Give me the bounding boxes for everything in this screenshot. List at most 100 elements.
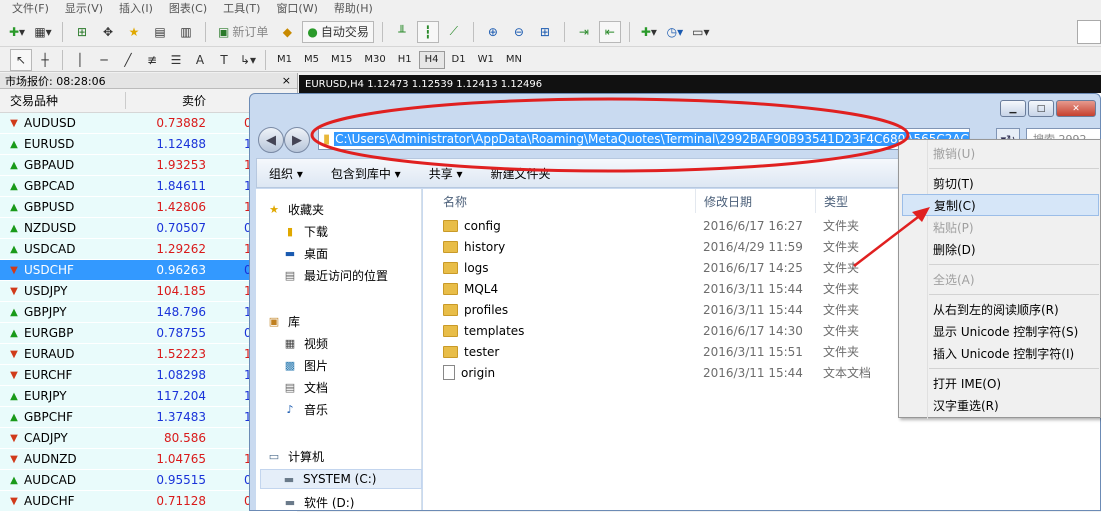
timeframe-m30[interactable]: M30 — [359, 51, 390, 69]
ask-price: 0 — [244, 473, 252, 487]
column-type[interactable]: 类型 — [816, 189, 906, 213]
file-name-cell: tester — [443, 345, 499, 359]
new-folder-button[interactable]: 新建文件夹 — [491, 165, 551, 182]
include-in-library-button[interactable]: 包含到库中 ▾ — [331, 165, 401, 182]
text-icon[interactable]: A — [189, 49, 211, 71]
timeframe-m5[interactable]: M5 — [299, 51, 324, 69]
window-controls: ▁ □ ✕ — [1000, 100, 1096, 117]
column-symbol[interactable]: 交易品种 — [0, 92, 126, 109]
nav-favorites[interactable]: ★ 收藏夹 — [266, 199, 432, 219]
address-bar[interactable]: ▮ C:\Users\Administrator\AppData\Roaming… — [318, 128, 970, 150]
search-box[interactable] — [1077, 20, 1101, 44]
menu-view[interactable]: 显示(V) — [65, 0, 103, 16]
menu-tools[interactable]: 工具(T) — [223, 0, 260, 16]
file-type: 文件夹 — [823, 261, 860, 275]
file-name-cell: origin — [443, 365, 495, 380]
bid-price: 1.93253 — [156, 158, 206, 172]
file-date: 2016/3/11 15:51 — [703, 344, 803, 359]
menu-item-open-ime[interactable]: 打开 IME(O) — [899, 372, 1101, 394]
menu-item-reconversion[interactable]: 汉字重选(R) — [899, 394, 1101, 416]
ask-price: 1 — [244, 242, 252, 256]
organize-button[interactable]: 组织 ▾ — [269, 165, 303, 182]
auto-trading-button[interactable]: ● 自动交易 — [302, 20, 374, 43]
timeframe-m15[interactable]: M15 — [326, 51, 357, 69]
fibonacci-icon[interactable]: ☰ — [165, 49, 187, 71]
recent-places-icon: ▤ — [284, 268, 296, 282]
arrows-icon[interactable]: ↳▾ — [237, 49, 259, 71]
zoom-out-icon[interactable]: ⊖ — [508, 21, 530, 43]
share-button[interactable]: 共享 ▾ — [429, 165, 463, 182]
menu-item-undo[interactable]: 撤销(U) — [899, 142, 1101, 164]
minimize-button[interactable]: ▁ — [1000, 100, 1026, 117]
nav-system-c[interactable]: ▬ SYSTEM (C:) — [260, 469, 422, 489]
file-name: templates — [464, 323, 525, 338]
nav-libraries[interactable]: ▣ 库 — [266, 311, 432, 331]
column-label: 类型 — [824, 194, 849, 209]
menu-item-copy[interactable]: 复制(C) — [902, 194, 1099, 216]
close-button[interactable]: ✕ — [1056, 100, 1096, 117]
menu-item-delete[interactable]: 删除(D) — [899, 238, 1101, 260]
menu-item-cut[interactable]: 剪切(T) — [899, 172, 1101, 194]
cursor-icon[interactable]: ↖ — [10, 48, 32, 71]
autoscroll-icon[interactable]: ⇤ — [598, 20, 621, 43]
tester-icon[interactable]: ▥ — [175, 21, 197, 43]
down-arrow-icon: ▼ — [10, 453, 18, 465]
periods-clock-icon[interactable]: ◷▾ — [664, 21, 686, 43]
menu-item-show-unicode[interactable]: 显示 Unicode 控制字符(S) — [899, 320, 1101, 342]
new-order-button[interactable]: ▣ 新订单 — [214, 21, 272, 43]
down-arrow-icon: ▼ — [10, 285, 18, 297]
column-date[interactable]: 修改日期 — [696, 189, 816, 213]
bid-price: 1.84611 — [156, 179, 206, 193]
column-name[interactable]: 名称 — [435, 189, 696, 213]
trendline-icon[interactable]: ╱ — [117, 49, 139, 71]
menu-insert[interactable]: 插入(I) — [119, 0, 153, 16]
menu-item-insert-unicode[interactable]: 插入 Unicode 控制字符(I) — [899, 342, 1101, 364]
menu-separator — [929, 294, 1099, 295]
timeframe-w1[interactable]: W1 — [473, 51, 499, 69]
maximize-button[interactable]: □ — [1028, 100, 1054, 117]
text-label-icon[interactable]: T — [213, 49, 235, 71]
vertical-line-icon[interactable]: │ — [69, 49, 91, 71]
menu-file[interactable]: 文件(F) — [12, 0, 49, 16]
timeframe-m1[interactable]: M1 — [272, 51, 297, 69]
templates-icon[interactable]: ▭▾ — [690, 21, 712, 43]
symbol-cell: ▲ EURUSD — [0, 137, 126, 151]
line-chart-icon[interactable]: ⟋ — [443, 21, 465, 43]
menu-window[interactable]: 窗口(W) — [276, 0, 317, 16]
market-watch-close-button[interactable]: × — [282, 74, 291, 87]
channel-icon[interactable]: ≢ — [141, 49, 163, 71]
nav-computer[interactable]: ▭ 计算机 — [266, 446, 432, 466]
menu-help[interactable]: 帮助(H) — [334, 0, 373, 16]
menu-item-paste[interactable]: 粘贴(P) — [899, 216, 1101, 238]
column-bid[interactable]: 卖价 — [126, 92, 210, 109]
timeframe-h4[interactable]: H4 — [418, 50, 445, 69]
indicators-icon[interactable]: ✚ ▾ — [638, 21, 660, 43]
chart-info: EURUSD,H4 1.12473 1.12539 1.12413 1.1249… — [305, 78, 543, 90]
forward-arrow-icon[interactable]: ▶ — [284, 127, 310, 153]
profiles-icon[interactable]: ▦▾ — [32, 21, 54, 43]
crosshair-icon[interactable]: ┼ — [34, 49, 56, 71]
menu-charts[interactable]: 图表(C) — [169, 0, 207, 16]
bar-chart-icon[interactable]: ╨ — [391, 21, 413, 43]
candlestick-icon[interactable]: ┇ — [416, 20, 439, 43]
terminal-icon[interactable]: ▤ — [149, 21, 171, 43]
timeframe-h1[interactable]: H1 — [393, 51, 417, 69]
favorites-star-icon[interactable]: ★ — [123, 21, 145, 43]
timeframe-mn[interactable]: MN — [501, 51, 527, 69]
address-path[interactable]: C:\Users\Administrator\AppData\Roaming\M… — [334, 132, 969, 146]
horizontal-line-icon[interactable]: ─ — [93, 49, 115, 71]
menu-item-rtl[interactable]: 从右到左的阅读顺序(R) — [899, 298, 1101, 320]
ask-price: 1 — [244, 410, 252, 424]
down-arrow-icon: ▼ — [10, 369, 18, 381]
menu-item-select-all[interactable]: 全选(A) — [899, 268, 1101, 290]
zoom-in-icon[interactable]: ⊕ — [482, 21, 504, 43]
metaeditor-icon[interactable]: ◆ — [276, 21, 298, 43]
tile-windows-icon[interactable]: ⊞ — [534, 21, 556, 43]
new-chart-icon[interactable]: ✚ ▾ — [6, 21, 28, 43]
timeframe-d1[interactable]: D1 — [447, 51, 471, 69]
folder-icon — [443, 303, 458, 316]
back-arrow-icon[interactable]: ◀ — [258, 127, 284, 153]
market-watch-icon[interactable]: ⊞ — [71, 21, 93, 43]
navigator-icon[interactable]: ✥ — [97, 21, 119, 43]
chart-shift-icon[interactable]: ⇥ — [573, 21, 595, 43]
